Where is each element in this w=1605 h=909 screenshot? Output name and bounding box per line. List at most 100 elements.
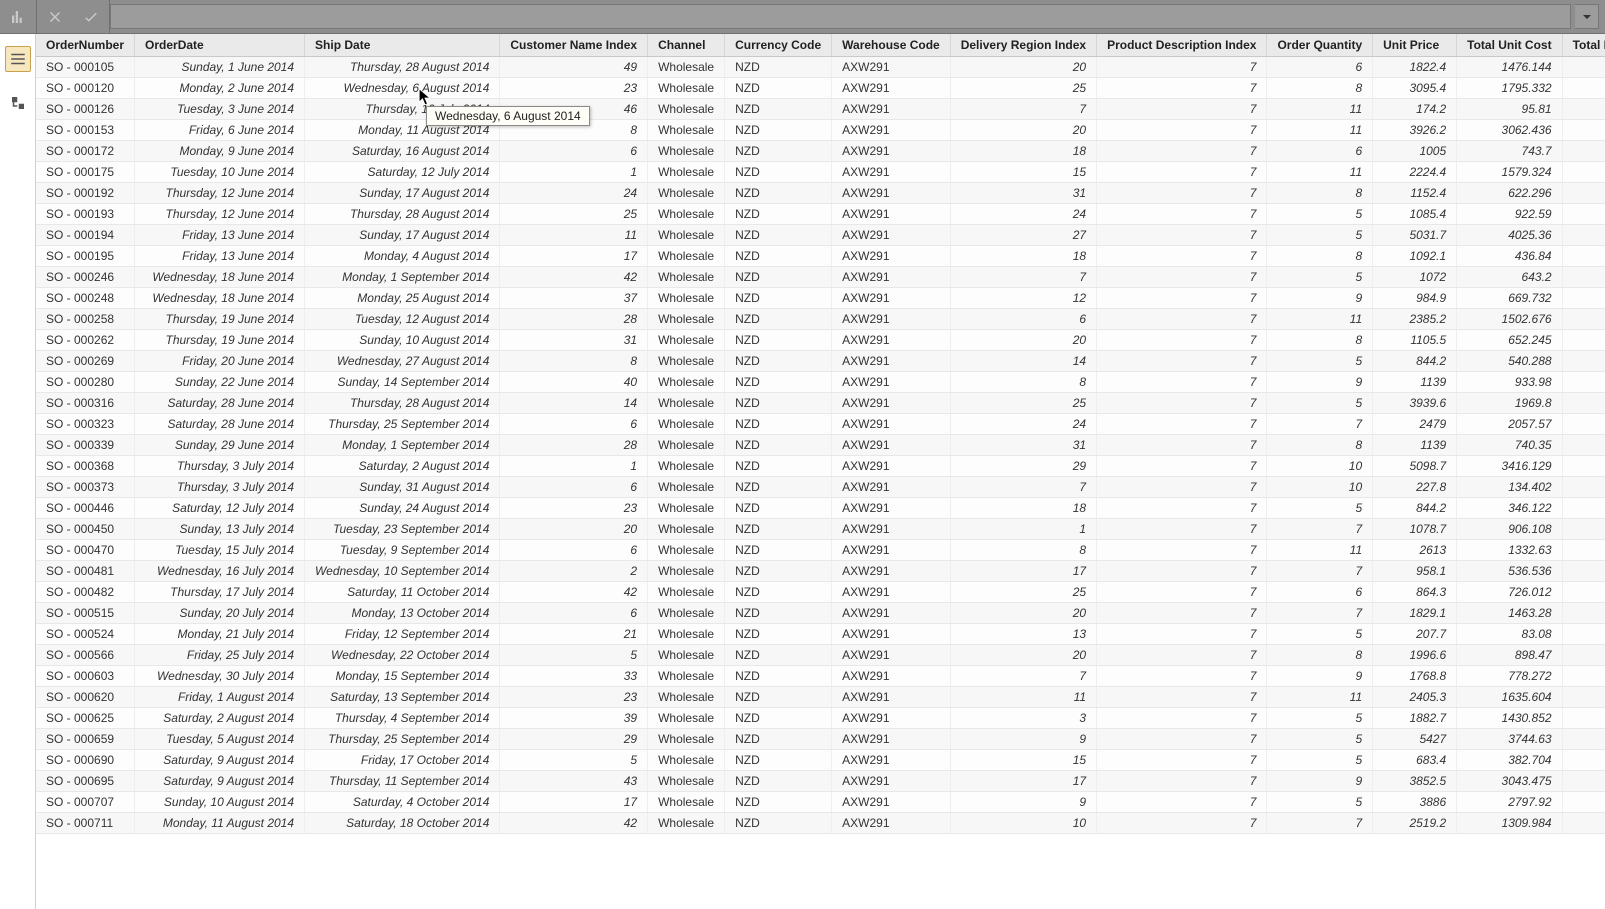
cell-channel[interactable]: Wholesale [648, 519, 725, 540]
cell-warehouse[interactable]: AXW291 [832, 372, 951, 393]
cell-unitPrice[interactable]: 1882.7 [1373, 708, 1457, 729]
cell-unitCost[interactable]: 3744.63 [1457, 729, 1562, 750]
cell-currency[interactable]: NZD [725, 288, 832, 309]
cell-unitPrice[interactable]: 5098.7 [1373, 456, 1457, 477]
cell-shipDate[interactable]: Saturday, 12 July 2014 [305, 162, 500, 183]
cell-currency[interactable]: NZD [725, 582, 832, 603]
cell-prodIdx[interactable]: 7 [1097, 750, 1267, 771]
cell-channel[interactable]: Wholesale [648, 624, 725, 645]
cell-orderDate[interactable]: Sunday, 29 June 2014 [135, 435, 305, 456]
cell-shipDate[interactable]: Saturday, 18 October 2014 [305, 813, 500, 834]
cell-orderDate[interactable]: Wednesday, 16 July 2014 [135, 561, 305, 582]
cell-qty[interactable]: 5 [1267, 204, 1373, 225]
cell-shipDate[interactable]: Thursday, 28 August 2014 [305, 57, 500, 78]
cell-prodIdx[interactable]: 7 [1097, 498, 1267, 519]
cell-unitCost[interactable]: 2797.92 [1457, 792, 1562, 813]
cell-unitPrice[interactable]: 1152.4 [1373, 183, 1457, 204]
cell-orderDate[interactable]: Sunday, 13 July 2014 [135, 519, 305, 540]
cell-orderDate[interactable]: Friday, 6 June 2014 [135, 120, 305, 141]
cell-orderDate[interactable]: Saturday, 2 August 2014 [135, 708, 305, 729]
cell-unitCost[interactable]: 669.732 [1457, 288, 1562, 309]
cell-currency[interactable]: NZD [725, 393, 832, 414]
cell-orderDate[interactable]: Friday, 20 June 2014 [135, 351, 305, 372]
cell-warehouse[interactable]: AXW291 [832, 624, 951, 645]
cell-shipDate[interactable]: Monday, 4 August 2014 [305, 246, 500, 267]
cell-shipDate[interactable]: Thursday, 25 September 2014 [305, 414, 500, 435]
cell-totalRev[interactable] [1562, 246, 1605, 267]
cell-prodIdx[interactable]: 7 [1097, 624, 1267, 645]
cell-unitCost[interactable]: 922.59 [1457, 204, 1562, 225]
cell-totalRev[interactable] [1562, 771, 1605, 792]
cell-orderDate[interactable]: Thursday, 19 June 2014 [135, 309, 305, 330]
cell-warehouse[interactable]: AXW291 [832, 498, 951, 519]
table-row[interactable]: SO - 000280Sunday, 22 June 2014Sunday, 1… [36, 372, 1605, 393]
cell-prodIdx[interactable]: 7 [1097, 666, 1267, 687]
data-view-icon[interactable] [5, 46, 31, 72]
cell-unitPrice[interactable]: 3926.2 [1373, 120, 1457, 141]
cell-shipDate[interactable]: Thursday, 4 September 2014 [305, 708, 500, 729]
table-row[interactable]: SO - 000373Thursday, 3 July 2014Sunday, … [36, 477, 1605, 498]
cell-unitCost[interactable]: 933.98 [1457, 372, 1562, 393]
table-row[interactable]: SO - 000524Monday, 21 July 2014Friday, 1… [36, 624, 1605, 645]
cell-orderDate[interactable]: Monday, 21 July 2014 [135, 624, 305, 645]
cell-region[interactable]: 20 [950, 120, 1096, 141]
cell-shipDate[interactable]: Saturday, 4 October 2014 [305, 792, 500, 813]
cell-orderDate[interactable]: Thursday, 3 July 2014 [135, 477, 305, 498]
cell-orderNumber[interactable]: SO - 000269 [36, 351, 135, 372]
cell-qty[interactable]: 8 [1267, 645, 1373, 666]
cell-totalRev[interactable] [1562, 498, 1605, 519]
cell-orderNumber[interactable]: SO - 000368 [36, 456, 135, 477]
cell-orderNumber[interactable]: SO - 000446 [36, 498, 135, 519]
cell-channel[interactable]: Wholesale [648, 456, 725, 477]
cell-unitCost[interactable]: 1430.852 [1457, 708, 1562, 729]
cell-orderDate[interactable]: Sunday, 10 August 2014 [135, 792, 305, 813]
cell-unitPrice[interactable]: 2224.4 [1373, 162, 1457, 183]
cell-custIdx[interactable]: 28 [500, 435, 648, 456]
cell-qty[interactable]: 5 [1267, 708, 1373, 729]
cell-warehouse[interactable]: AXW291 [832, 267, 951, 288]
cell-currency[interactable]: NZD [725, 57, 832, 78]
cell-qty[interactable]: 5 [1267, 225, 1373, 246]
cell-channel[interactable]: Wholesale [648, 708, 725, 729]
cell-unitCost[interactable]: 1476.144 [1457, 57, 1562, 78]
cell-unitPrice[interactable]: 683.4 [1373, 750, 1457, 771]
cell-channel[interactable]: Wholesale [648, 99, 725, 120]
cell-orderDate[interactable]: Friday, 13 June 2014 [135, 246, 305, 267]
cell-shipDate[interactable]: Friday, 12 September 2014 [305, 624, 500, 645]
cell-unitCost[interactable]: 743.7 [1457, 141, 1562, 162]
cell-custIdx[interactable]: 17 [500, 792, 648, 813]
cell-region[interactable]: 18 [950, 246, 1096, 267]
cell-currency[interactable]: NZD [725, 687, 832, 708]
cell-unitCost[interactable]: 346.122 [1457, 498, 1562, 519]
cell-warehouse[interactable]: AXW291 [832, 708, 951, 729]
cell-qty[interactable]: 9 [1267, 771, 1373, 792]
cell-unitPrice[interactable]: 1085.4 [1373, 204, 1457, 225]
col-header-shipDate[interactable]: Ship Date [305, 34, 500, 57]
cell-qty[interactable]: 11 [1267, 99, 1373, 120]
cell-orderDate[interactable]: Thursday, 19 June 2014 [135, 330, 305, 351]
table-row[interactable]: SO - 000246Wednesday, 18 June 2014Monday… [36, 267, 1605, 288]
col-header-region[interactable]: Delivery Region Index [950, 34, 1096, 57]
cell-unitPrice[interactable]: 2613 [1373, 540, 1457, 561]
cell-channel[interactable]: Wholesale [648, 582, 725, 603]
cell-currency[interactable]: NZD [725, 330, 832, 351]
cell-currency[interactable]: NZD [725, 498, 832, 519]
cell-currency[interactable]: NZD [725, 309, 832, 330]
cell-totalRev[interactable] [1562, 708, 1605, 729]
cell-custIdx[interactable]: 11 [500, 225, 648, 246]
cell-prodIdx[interactable]: 7 [1097, 288, 1267, 309]
table-row[interactable]: SO - 000450Sunday, 13 July 2014Tuesday, … [36, 519, 1605, 540]
cell-unitPrice[interactable]: 174.2 [1373, 99, 1457, 120]
cell-region[interactable]: 18 [950, 498, 1096, 519]
cell-region[interactable]: 20 [950, 57, 1096, 78]
cell-warehouse[interactable]: AXW291 [832, 351, 951, 372]
cell-shipDate[interactable]: Thursday, 28 August 2014 [305, 204, 500, 225]
cell-prodIdx[interactable]: 7 [1097, 141, 1267, 162]
col-header-orderDate[interactable]: OrderDate [135, 34, 305, 57]
cell-currency[interactable]: NZD [725, 372, 832, 393]
table-row[interactable]: SO - 000262Thursday, 19 June 2014Sunday,… [36, 330, 1605, 351]
cell-channel[interactable]: Wholesale [648, 120, 725, 141]
cell-warehouse[interactable]: AXW291 [832, 435, 951, 456]
cell-channel[interactable]: Wholesale [648, 309, 725, 330]
cell-unitPrice[interactable]: 2405.3 [1373, 687, 1457, 708]
